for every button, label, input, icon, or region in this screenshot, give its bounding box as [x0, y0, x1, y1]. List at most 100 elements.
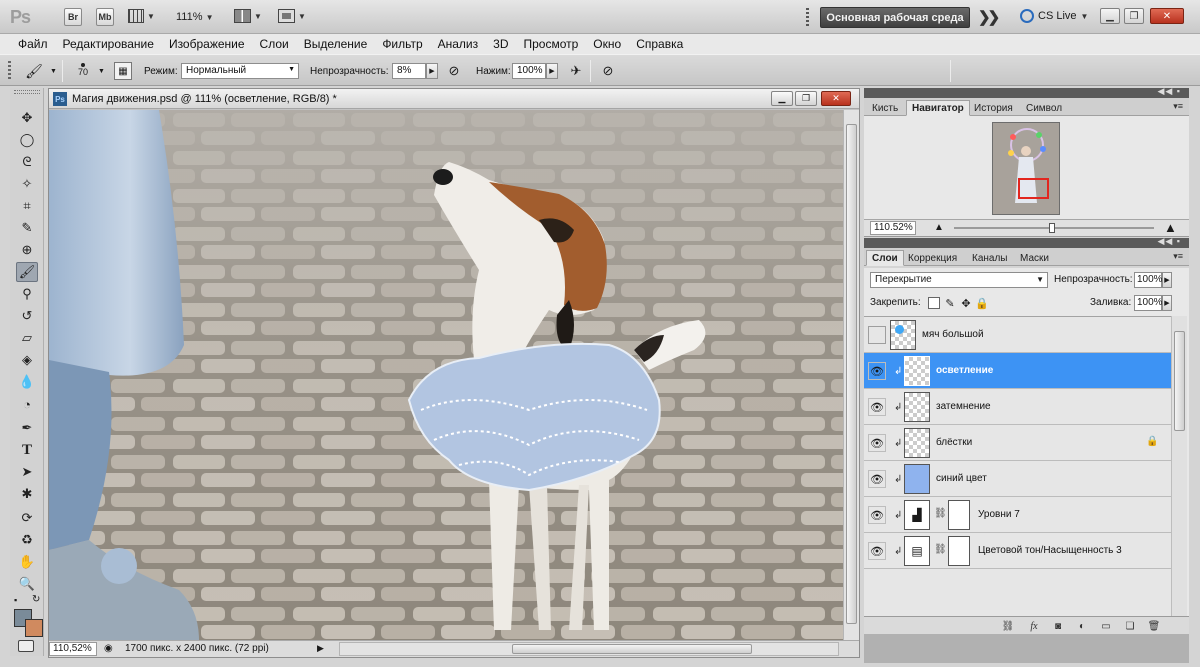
- tab-channels[interactable]: Каналы: [966, 250, 1014, 266]
- new-group-icon[interactable]: ▭: [1098, 619, 1114, 633]
- panel-menu-icon[interactable]: ▾≡: [1173, 251, 1183, 262]
- panel-grip[interactable]: ◀◀ ▪: [864, 236, 1189, 248]
- healing-brush-tool[interactable]: ⊕: [16, 240, 38, 260]
- layer-row[interactable]: 👁 ↲ блёстки 🔒: [864, 425, 1171, 461]
- layer-row[interactable]: 👁 ↲ ▤ ⛓ Цветовой тон/Насыщенность 3: [864, 533, 1171, 569]
- navigator-zoom-field[interactable]: 110.52%: [870, 221, 916, 235]
- menu-window[interactable]: Окно: [593, 37, 621, 51]
- link-layers-icon[interactable]: ⛓: [1000, 619, 1016, 633]
- panel-menu-icon[interactable]: ▾≡: [1173, 101, 1183, 112]
- status-zoom-field[interactable]: 110,52%: [49, 642, 97, 656]
- vertical-scrollbar[interactable]: [843, 110, 859, 640]
- doc-restore-button[interactable]: ❐: [795, 91, 817, 106]
- doc-minimize-button[interactable]: ▁: [771, 91, 793, 106]
- close-button[interactable]: ✕: [1150, 8, 1184, 24]
- paint-bucket-tool[interactable]: ◈: [16, 350, 38, 370]
- visibility-toggle[interactable]: 👁: [868, 542, 886, 560]
- panel-grip[interactable]: ◀◀ ▪: [864, 86, 1189, 98]
- brush-panel-toggle[interactable]: ▦: [114, 62, 132, 80]
- status-menu-arrow[interactable]: ▶: [317, 643, 324, 654]
- navigator-view-box[interactable]: [1018, 178, 1049, 199]
- layer-row[interactable]: мяч большой: [864, 317, 1171, 353]
- move-tool[interactable]: ✥: [16, 108, 38, 128]
- blend-mode-select[interactable]: Перекрытие ▼: [870, 272, 1048, 288]
- menu-help[interactable]: Справка: [636, 37, 683, 51]
- bridge-button[interactable]: Br: [64, 8, 82, 26]
- lock-transparency-icon[interactable]: [928, 297, 940, 309]
- lock-all-icon[interactable]: 🔒: [975, 297, 989, 310]
- tab-layers[interactable]: Слои: [866, 250, 904, 266]
- tab-navigator[interactable]: Навигатор: [906, 100, 970, 116]
- visibility-toggle[interactable]: 👁: [868, 398, 886, 416]
- mode-select[interactable]: Нормальный ▼: [181, 63, 299, 79]
- menu-image[interactable]: Изображение: [169, 37, 245, 51]
- minimize-button[interactable]: ▁: [1100, 8, 1120, 24]
- visibility-toggle[interactable]: 👁: [868, 434, 886, 452]
- default-colors-icon[interactable]: ▪: [14, 595, 17, 605]
- 3d-orbit-tool[interactable]: ♻: [16, 530, 38, 550]
- restore-button[interactable]: ❐: [1124, 8, 1144, 24]
- zoom-in-icon[interactable]: ▲: [1164, 220, 1177, 235]
- lasso-tool[interactable]: ᘓ: [16, 152, 38, 172]
- 3d-rotate-tool[interactable]: ⟳: [16, 508, 38, 528]
- type-tool[interactable]: T: [16, 440, 38, 460]
- document-titlebar[interactable]: Ps Магия движения.psd @ 111% (осветление…: [49, 89, 859, 109]
- lock-pixels-icon[interactable]: ✎: [944, 297, 956, 310]
- magic-wand-tool[interactable]: ✧: [16, 174, 38, 194]
- layers-scrollbar[interactable]: [1171, 316, 1187, 616]
- layer-opacity-input[interactable]: 100%: [1134, 272, 1163, 288]
- tablet-size-toggle[interactable]: ⊘: [598, 61, 618, 81]
- layer-row[interactable]: 👁 ↲ затемнение: [864, 389, 1171, 425]
- eraser-tool[interactable]: ▱: [16, 328, 38, 348]
- cs-live-menu[interactable]: CS Live ▼: [1020, 9, 1088, 23]
- visibility-toggle[interactable]: 👁: [868, 362, 886, 380]
- pressure-stepper[interactable]: ▶: [546, 63, 558, 79]
- add-mask-icon[interactable]: ◙: [1050, 619, 1066, 633]
- fx-icon[interactable]: fx: [1026, 619, 1042, 633]
- arrange-documents-menu[interactable]: ▼: [234, 9, 262, 23]
- trash-icon[interactable]: 🗑: [1146, 619, 1162, 633]
- tab-adjustments[interactable]: Коррекция: [902, 250, 963, 266]
- blur-tool[interactable]: 💧: [16, 372, 38, 392]
- new-layer-icon[interactable]: ❏: [1122, 619, 1138, 633]
- menu-analysis[interactable]: Анализ: [438, 37, 479, 51]
- menu-select[interactable]: Выделение: [304, 37, 368, 51]
- tab-masks[interactable]: Маски: [1014, 250, 1055, 266]
- fill-input[interactable]: 100%: [1134, 295, 1163, 311]
- mini-bridge-button[interactable]: Mb: [96, 8, 114, 26]
- hand-tool[interactable]: ✋: [16, 552, 38, 572]
- layer-row[interactable]: 👁 ↲ ▟ ⛓ Уровни 7: [864, 497, 1171, 533]
- tab-history[interactable]: История: [968, 100, 1019, 116]
- layer-opacity-stepper[interactable]: ▶: [1162, 272, 1172, 288]
- visibility-toggle[interactable]: 👁: [868, 470, 886, 488]
- workspace-button[interactable]: Основная рабочая среда: [820, 7, 970, 28]
- menu-view[interactable]: Просмотр: [523, 37, 578, 51]
- navigator-thumbnail[interactable]: [992, 122, 1060, 215]
- shape-tool[interactable]: ✱: [16, 484, 38, 504]
- zoom-out-icon[interactable]: ▲: [934, 222, 944, 233]
- horizontal-scrollbar[interactable]: [339, 642, 839, 656]
- marquee-tool[interactable]: ◯: [16, 130, 38, 150]
- menu-edit[interactable]: Редактирование: [63, 37, 154, 51]
- quick-mask-button[interactable]: [18, 640, 34, 652]
- screen-mode-menu[interactable]: ▼: [278, 9, 306, 23]
- fill-stepper[interactable]: ▶: [1162, 295, 1172, 311]
- dodge-tool[interactable]: ◔: [16, 394, 38, 414]
- tablet-opacity-toggle[interactable]: ⊘: [444, 61, 464, 81]
- eyedropper-tool[interactable]: ✎: [16, 218, 38, 238]
- layer-row[interactable]: 👁 ↲ синий цвет: [864, 461, 1171, 497]
- history-brush-tool[interactable]: ↺: [16, 306, 38, 326]
- visibility-toggle[interactable]: 👁: [868, 506, 886, 524]
- layers-scroll-thumb[interactable]: [1174, 331, 1185, 431]
- more-workspaces-icon[interactable]: ❯❯: [978, 8, 1000, 26]
- brush-tool[interactable]: 🖌: [16, 262, 38, 282]
- doc-close-button[interactable]: ✕: [821, 91, 851, 106]
- path-selection-tool[interactable]: ➤: [16, 462, 38, 482]
- clone-stamp-tool[interactable]: ⚲: [16, 284, 38, 304]
- pressure-input[interactable]: 100%: [512, 63, 546, 79]
- tool-preset-picker[interactable]: 🖌: [24, 61, 44, 81]
- status-info-icon[interactable]: ◉: [104, 643, 113, 654]
- lock-position-icon[interactable]: ✥: [960, 297, 972, 310]
- opacity-stepper[interactable]: ▶: [426, 63, 438, 79]
- menu-file[interactable]: Файл: [18, 37, 48, 51]
